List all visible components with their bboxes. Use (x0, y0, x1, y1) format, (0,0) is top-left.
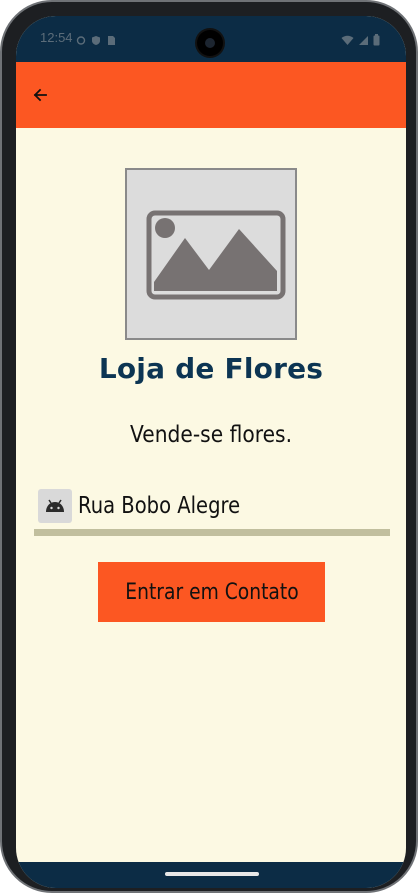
front-camera (197, 30, 223, 56)
back-button[interactable] (26, 84, 54, 106)
arrow-left-icon (33, 88, 47, 102)
app-bar (16, 62, 406, 128)
contact-button[interactable]: Entrar em Contato (98, 562, 325, 622)
sim-icon (106, 31, 116, 45)
battery-icon (373, 31, 380, 50)
status-icons-right (341, 31, 380, 50)
address-row[interactable]: Rua Bobo Alegre (38, 489, 388, 523)
status-bar: 12:54 (16, 16, 406, 62)
wifi-icon (341, 31, 354, 50)
navigation-bar (16, 862, 406, 888)
phone-frame: 12:54 Loja de Flores Vende-se flores. Ru… (0, 0, 418, 893)
content: Loja de Flores Vende-se flores. Rua Bobo… (16, 128, 406, 862)
status-time: 12:54 (40, 30, 73, 45)
image-icon (146, 210, 286, 300)
store-description: Vende-se flores. (129, 422, 293, 448)
store-name: Loja de Flores (98, 352, 324, 385)
home-indicator[interactable] (165, 872, 259, 876)
signal-icon (358, 31, 369, 50)
store-image (125, 168, 297, 340)
address-text: Rua Bobo Alegre (78, 493, 241, 519)
screen: 12:54 Loja de Flores Vende-se flores. Ru… (16, 16, 406, 888)
status-icons-left (76, 31, 116, 45)
android-icon (38, 489, 72, 523)
shield-icon (91, 31, 101, 45)
address-underline (34, 529, 390, 536)
sync-icon (76, 31, 86, 45)
contact-button-label: Entrar em Contato (124, 579, 299, 605)
